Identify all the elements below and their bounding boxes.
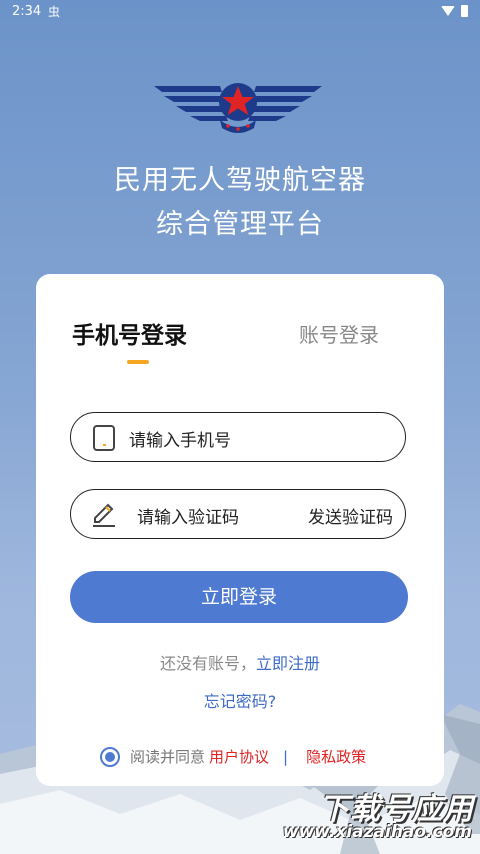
status-icons [441,5,468,17]
pen-icon [93,503,115,527]
tab-phone-login[interactable]: 手机号登录 [72,316,187,350]
agreement-prefix: 阅读并同意 [130,748,206,766]
code-field[interactable]: 请输入验证码 发送验证码 [70,489,406,539]
register-prompt: 还没有账号， [159,654,256,673]
login-card: 手机号登录 账号登录 请输入手机号 请输入验证码 发送验证码 立即登录 还没有账… [36,274,444,786]
app-title-line2: 综合管理平台 [156,209,324,240]
phone-input[interactable]: 请输入手机号 [129,426,231,451]
privacy-policy-link[interactable]: 隐私政策 [306,746,366,767]
phone-field[interactable]: 请输入手机号 [70,412,406,462]
login-button[interactable]: 立即登录 [70,571,408,623]
notification-icon: 虫 [48,5,61,19]
register-link[interactable]: 立即注册 [256,654,320,673]
tab-active-indicator [127,360,149,364]
watermark-url: www.xiazaihao.com [282,822,472,842]
app-title-line1: 民用无人驾驶航空器 [114,165,366,196]
send-code-button[interactable]: 发送验证码 [308,503,393,528]
radio-checked-icon[interactable] [100,746,120,767]
user-agreement-link[interactable]: 用户协议 [209,746,269,767]
status-time: 2:34 [12,4,42,19]
tab-account-login[interactable]: 账号登录 [299,319,379,348]
code-input[interactable]: 请输入验证码 [137,503,239,528]
agreement-row: 阅读并同意 用户协议 | 隐私政策 [100,746,366,767]
agreement-separator: | [283,747,289,766]
aviation-wings-logo [154,83,322,133]
status-bar: 2:34 虫 [0,0,480,24]
forgot-password-link[interactable]: 忘记密码? [36,688,444,712]
register-row: 还没有账号，立即注册 [36,650,444,674]
watermark: 下载号应用 www.xiazaihao.com [282,784,474,846]
wifi-icon [441,6,455,16]
battery-icon [461,5,468,17]
phone-icon [93,425,115,451]
